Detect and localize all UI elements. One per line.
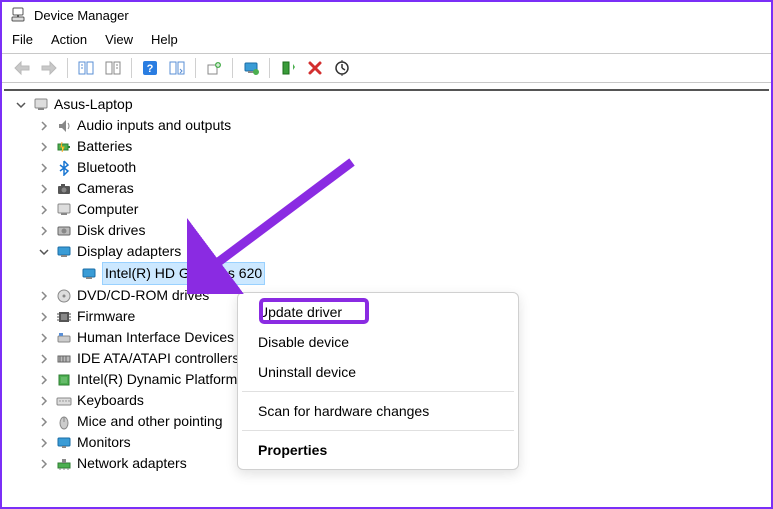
tree-item-display-adapters[interactable]: Display adapters: [2, 241, 771, 262]
tree-item-label: IDE ATA/ATAPI controllers: [77, 348, 239, 369]
network-icon: [55, 455, 73, 473]
keyboard-icon: [55, 392, 73, 410]
firmware-icon: [55, 308, 73, 326]
tree-item-label: Keyboards: [77, 390, 144, 411]
chevron-right-icon[interactable]: [37, 352, 51, 366]
separator: [232, 58, 233, 78]
chevron-down-icon[interactable]: [14, 98, 28, 112]
camera-icon: [55, 180, 73, 198]
chevron-right-icon[interactable]: [37, 224, 51, 238]
battery-icon: [55, 138, 73, 156]
hid-icon: [55, 329, 73, 347]
chevron-right-icon[interactable]: [37, 140, 51, 154]
show-hide-console-button[interactable]: [74, 57, 98, 79]
tree-item-label: DVD/CD-ROM drives: [77, 285, 209, 306]
tree-item-label: Bluetooth: [77, 157, 136, 178]
bluetooth-icon: [55, 159, 73, 177]
chip-icon: [55, 371, 73, 389]
back-button: [10, 57, 34, 79]
tree-item-label: Monitors: [77, 432, 131, 453]
titlebar: Device Manager: [2, 2, 771, 28]
tree-item-label: Mice and other pointing: [77, 411, 223, 432]
tree-item-label: Disk drives: [77, 220, 145, 241]
ctx-properties[interactable]: Properties: [238, 435, 518, 465]
scan-hardware-button[interactable]: [330, 57, 354, 79]
chevron-right-icon[interactable]: [37, 182, 51, 196]
menubar: File Action View Help: [2, 28, 771, 53]
forward-button: [37, 57, 61, 79]
enable-device-button[interactable]: [239, 57, 263, 79]
uninstall-device-button[interactable]: [303, 57, 327, 79]
menu-file[interactable]: File: [12, 32, 33, 47]
separator: [131, 58, 132, 78]
display-adapter-icon: [80, 265, 98, 283]
ctx-update-driver[interactable]: Update driver: [238, 297, 518, 327]
chevron-right-icon[interactable]: [37, 373, 51, 387]
menu-action[interactable]: Action: [51, 32, 87, 47]
chevron-right-icon[interactable]: [37, 203, 51, 217]
computer-icon: [32, 96, 50, 114]
computer-icon: [55, 201, 73, 219]
help-button[interactable]: ?: [138, 57, 162, 79]
tree-item-label: Intel(R) HD Graphics 620: [102, 262, 265, 285]
action-button[interactable]: [165, 57, 189, 79]
dvd-icon: [55, 287, 73, 305]
chevron-right-icon[interactable]: [37, 394, 51, 408]
context-menu: Update driver Disable device Uninstall d…: [237, 292, 519, 470]
tree-item-cameras[interactable]: Cameras: [2, 178, 771, 199]
ctx-uninstall-device[interactable]: Uninstall device: [238, 357, 518, 387]
chevron-right-icon[interactable]: [37, 289, 51, 303]
toolbar: ?: [2, 53, 771, 83]
tree-item-diskdrives[interactable]: Disk drives: [2, 220, 771, 241]
chevron-right-icon[interactable]: [37, 331, 51, 345]
tree-item-batteries[interactable]: Batteries: [2, 136, 771, 157]
monitor-icon: [55, 434, 73, 452]
chevron-right-icon[interactable]: [37, 310, 51, 324]
properties-button[interactable]: [101, 57, 125, 79]
tree-item-label: Firmware: [77, 306, 135, 327]
chevron-right-icon[interactable]: [37, 415, 51, 429]
ctx-scan-hardware[interactable]: Scan for hardware changes: [238, 396, 518, 426]
disk-icon: [55, 222, 73, 240]
update-driver-button[interactable]: [202, 57, 226, 79]
separator: [269, 58, 270, 78]
separator: [195, 58, 196, 78]
tree-item-label: Network adapters: [77, 453, 187, 474]
tree-item-bluetooth[interactable]: Bluetooth: [2, 157, 771, 178]
chevron-right-icon[interactable]: [37, 457, 51, 471]
ctx-disable-device[interactable]: Disable device: [238, 327, 518, 357]
chevron-right-icon[interactable]: [37, 161, 51, 175]
tree-item-label: Cameras: [77, 178, 134, 199]
chevron-right-icon[interactable]: [37, 436, 51, 450]
separator: [67, 58, 68, 78]
tree-root[interactable]: Asus-Laptop: [2, 94, 771, 115]
tree-item-label: Audio inputs and outputs: [77, 115, 231, 136]
window-title: Device Manager: [34, 8, 129, 23]
tree-item-audio[interactable]: Audio inputs and outputs: [2, 115, 771, 136]
separator: [242, 430, 514, 431]
tree-item-label: Human Interface Devices: [77, 327, 234, 348]
tree-item-label: Intel(R) Dynamic Platform: [77, 369, 237, 390]
separator: [242, 391, 514, 392]
display-adapter-icon: [55, 243, 73, 261]
audio-icon: [55, 117, 73, 135]
device-manager-icon: [10, 7, 26, 23]
menu-view[interactable]: View: [105, 32, 133, 47]
tree-item-label: Computer: [77, 199, 138, 220]
tree-item-label: Batteries: [77, 136, 132, 157]
svg-text:?: ?: [147, 63, 154, 75]
tree-item-computer[interactable]: Computer: [2, 199, 771, 220]
menu-help[interactable]: Help: [151, 32, 178, 47]
tree-item-intel-hd-graphics[interactable]: Intel(R) HD Graphics 620: [2, 262, 771, 285]
disable-device-button[interactable]: [276, 57, 300, 79]
chevron-right-icon[interactable]: [37, 119, 51, 133]
mouse-icon: [55, 413, 73, 431]
tree-item-label: Display adapters: [77, 241, 181, 262]
ide-icon: [55, 350, 73, 368]
tree-root-label: Asus-Laptop: [54, 94, 133, 115]
chevron-down-icon[interactable]: [37, 245, 51, 259]
